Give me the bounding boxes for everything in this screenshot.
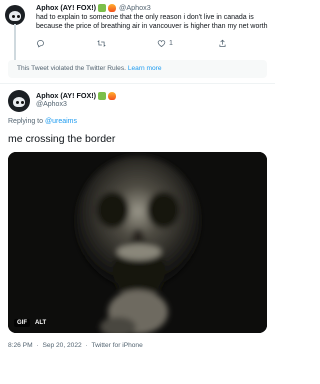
fire-icon [108, 3, 117, 12]
tweet-source: Twitter for iPhone [91, 342, 143, 349]
display-name[interactable]: Aphox (AY! FOX!) [36, 3, 96, 12]
alt-text-button[interactable]: ALT [35, 320, 46, 326]
avatar[interactable] [5, 5, 25, 25]
tweet-actions: 1 [36, 39, 236, 49]
thread-line [14, 24, 16, 62]
share-button[interactable] [218, 39, 227, 48]
first-tweet: Aphox (AY! FOX!) @Aphox3 had to explain … [0, 0, 275, 62]
user-handle[interactable]: @Aphox3 [36, 101, 67, 108]
badge-icon [98, 3, 107, 12]
divider [0, 83, 275, 84]
gif-media[interactable]: GIF ALT [8, 152, 267, 333]
tweet-text-line: because the price of breathing air in va… [36, 23, 268, 31]
tweet-header: Aphox (AY! FOX!) [36, 91, 117, 100]
avatar[interactable] [8, 90, 30, 112]
violation-text: This Tweet violated the Twitter Rules. [17, 65, 126, 72]
replying-prefix: Replying to [8, 118, 44, 125]
fire-icon [108, 91, 117, 100]
tweet-time[interactable]: 8:26 PM [8, 342, 33, 349]
media-badges: GIF ALT [14, 319, 46, 327]
skull-gif-image [8, 152, 267, 333]
reply-icon [37, 40, 44, 48]
replying-to: Replying to @ureaims [8, 118, 77, 125]
badge-icon [98, 91, 107, 100]
retweet-button[interactable] [97, 39, 109, 48]
replying-to-link[interactable]: @ureaims [45, 118, 77, 125]
tweet-metadata: 8:26 PM · Sep 20, 2022 · Twitter for iPh… [8, 342, 143, 349]
retweet-icon [97, 40, 106, 47]
tweet-text-line: had to explain to someone that the only … [36, 14, 254, 21]
tweet-text: me crossing the border [8, 133, 116, 145]
user-handle[interactable]: @Aphox3 [119, 3, 151, 12]
tweet-text: had to explain to someone that the only … [36, 13, 268, 31]
violation-notice: This Tweet violated the Twitter Rules. L… [8, 60, 267, 78]
display-name[interactable]: Aphox (AY! FOX!) [36, 91, 96, 100]
reply-button[interactable] [36, 39, 48, 48]
tweet-header: Aphox (AY! FOX!) @Aphox3 [36, 3, 151, 12]
share-icon [219, 39, 226, 47]
tweet-date[interactable]: Sep 20, 2022 [42, 342, 81, 349]
learn-more-link[interactable]: Learn more [128, 65, 162, 72]
like-button[interactable]: 1 [157, 39, 173, 48]
gif-badge: GIF [14, 319, 30, 327]
like-count: 1 [169, 40, 173, 47]
heart-icon [157, 40, 166, 47]
